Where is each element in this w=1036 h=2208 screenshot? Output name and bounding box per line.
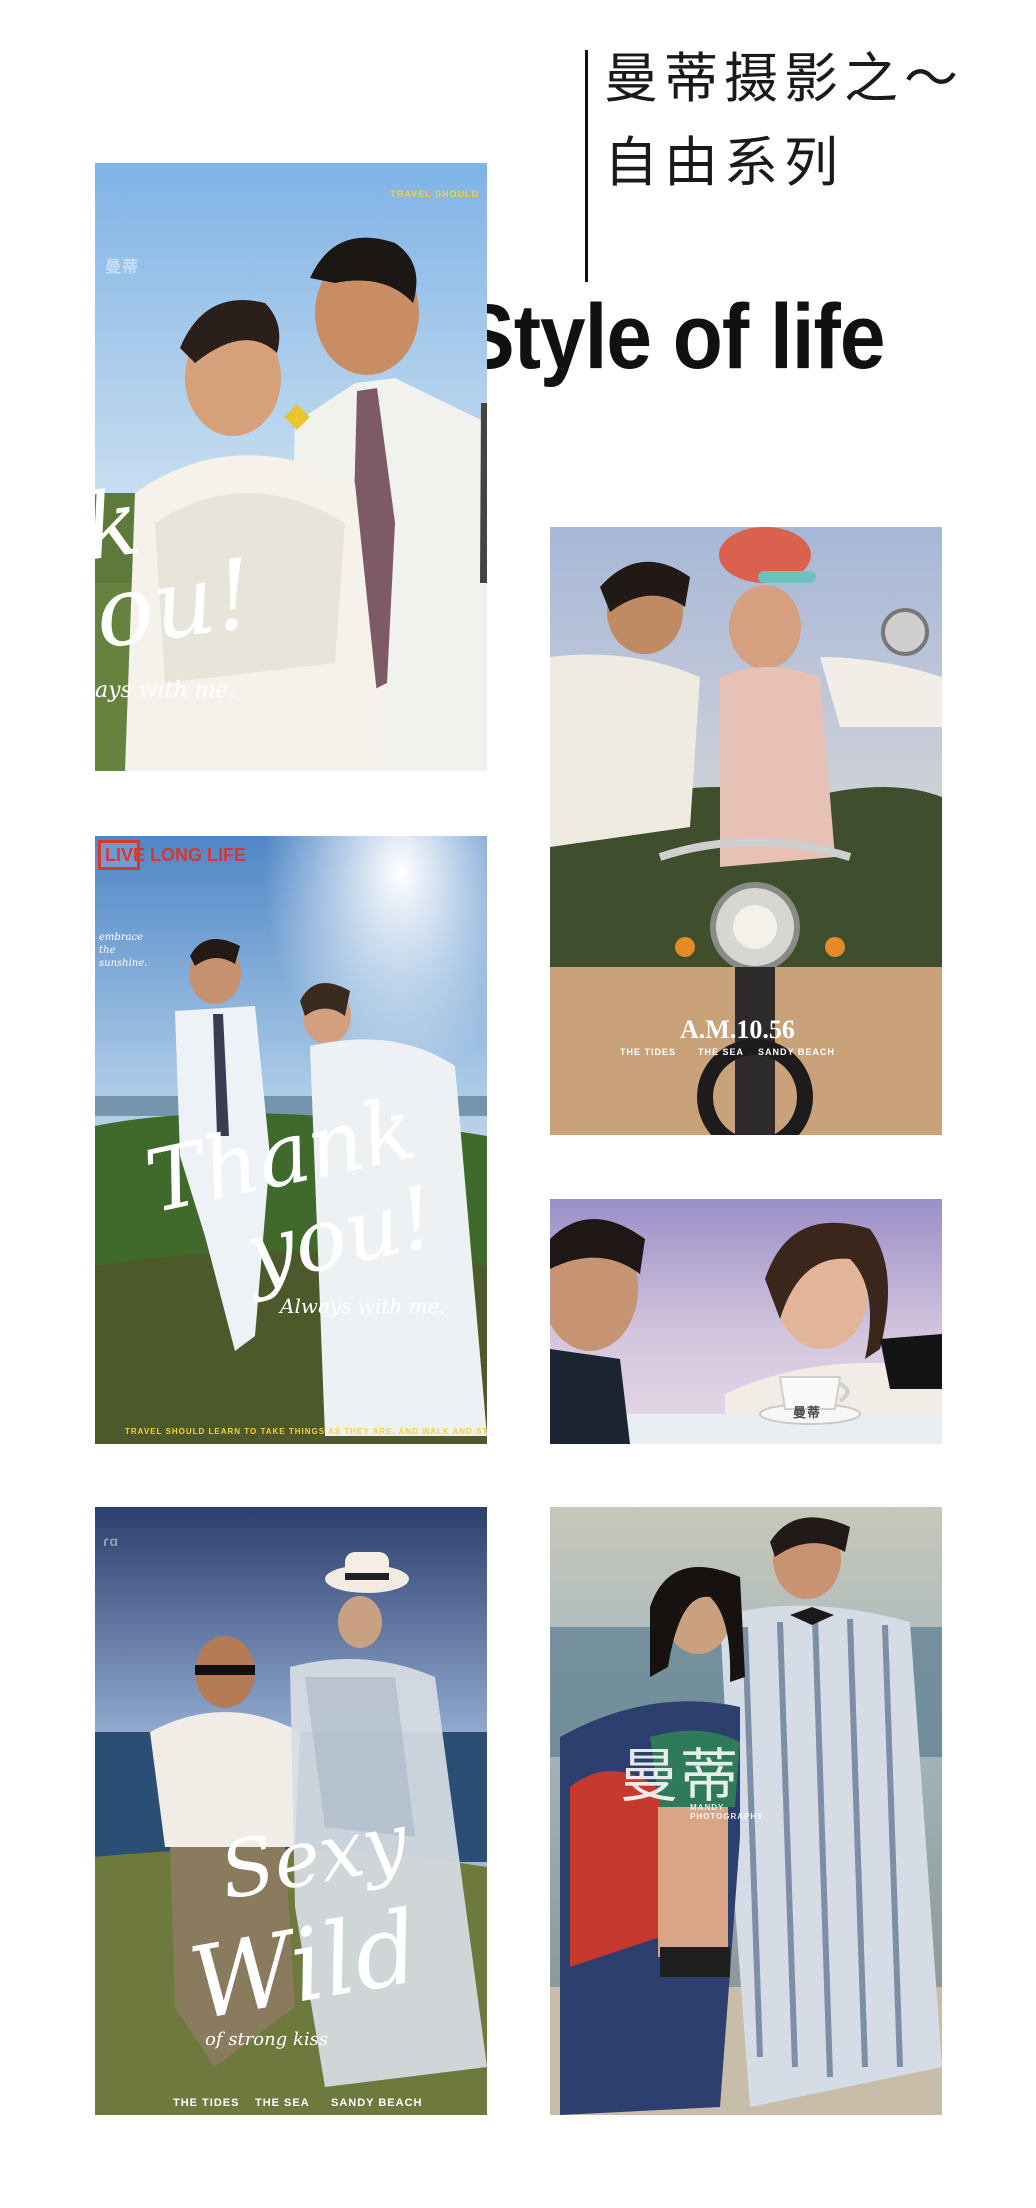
headline: Style of life <box>460 286 885 389</box>
photo1-tagline: ays with me. <box>95 678 236 703</box>
mandy-logo: 曼蒂 <box>620 1742 741 1810</box>
photo-sexy-wild: ɾɑ Sexy Wild of strong kiss THE TIDES TH… <box>95 1507 487 2115</box>
photo3-tagline: of strong kiss <box>205 2029 329 2050</box>
photo3-footer-beach: SANDY BEACH <box>331 2097 423 2109</box>
photo4-footer-tides: THE TIDES <box>620 1047 677 1057</box>
photo-beach-couple: 曼蒂 MANDY PHOTOGRAPHY <box>550 1507 942 2115</box>
photo-coffee-cup: 曼蒂 <box>550 1199 942 1444</box>
photo4-footer-sea: THE SEA <box>698 1047 745 1057</box>
series-title-line2: 自由系列 <box>604 131 844 194</box>
photo-motorcycle: A.M.10.56 THE TIDES THE SEA SANDY BEACH <box>550 527 942 1135</box>
photo4-footer-beach: SANDY BEACH <box>758 1047 835 1057</box>
series-title-line1: 曼蒂摄影之～ <box>604 47 964 110</box>
photo4-time-label: A.M.10.56 <box>680 1015 795 1044</box>
live-long-life-badge: LIVE LONG LIFE <box>98 840 246 870</box>
header-divider-line <box>585 50 588 282</box>
badge-note: embrace the sunshine. <box>99 932 148 969</box>
photo-couple-laughing: TRAVEL SHOULD 曼蒂 k ou! ays with me. <box>95 163 487 771</box>
mandy-logo-sub: MANDY PHOTOGRAPHY <box>690 1803 764 1821</box>
photo-thank-you: LIVE LONG LIFE embrace the sunshine. Tha… <box>95 836 487 1444</box>
photo3-footer-tides: THE TIDES <box>173 2097 240 2109</box>
photo3-watermark-1: ɾɑ <box>103 1533 119 1549</box>
photo3-footer-sea: THE SEA <box>255 2097 310 2109</box>
photo1-top-text: TRAVEL SHOULD <box>390 189 479 199</box>
photo1-watermark: 曼蒂 <box>105 259 140 276</box>
photo1-script-line2: ou! <box>95 537 261 671</box>
photo2-footer: TRAVEL SHOULD LEARN TO TAKE THINGS AS TH… <box>125 1427 487 1436</box>
photo2-tagline: Always with me. <box>280 1294 446 1318</box>
photo5-watermark: 曼蒂 <box>793 1405 822 1420</box>
